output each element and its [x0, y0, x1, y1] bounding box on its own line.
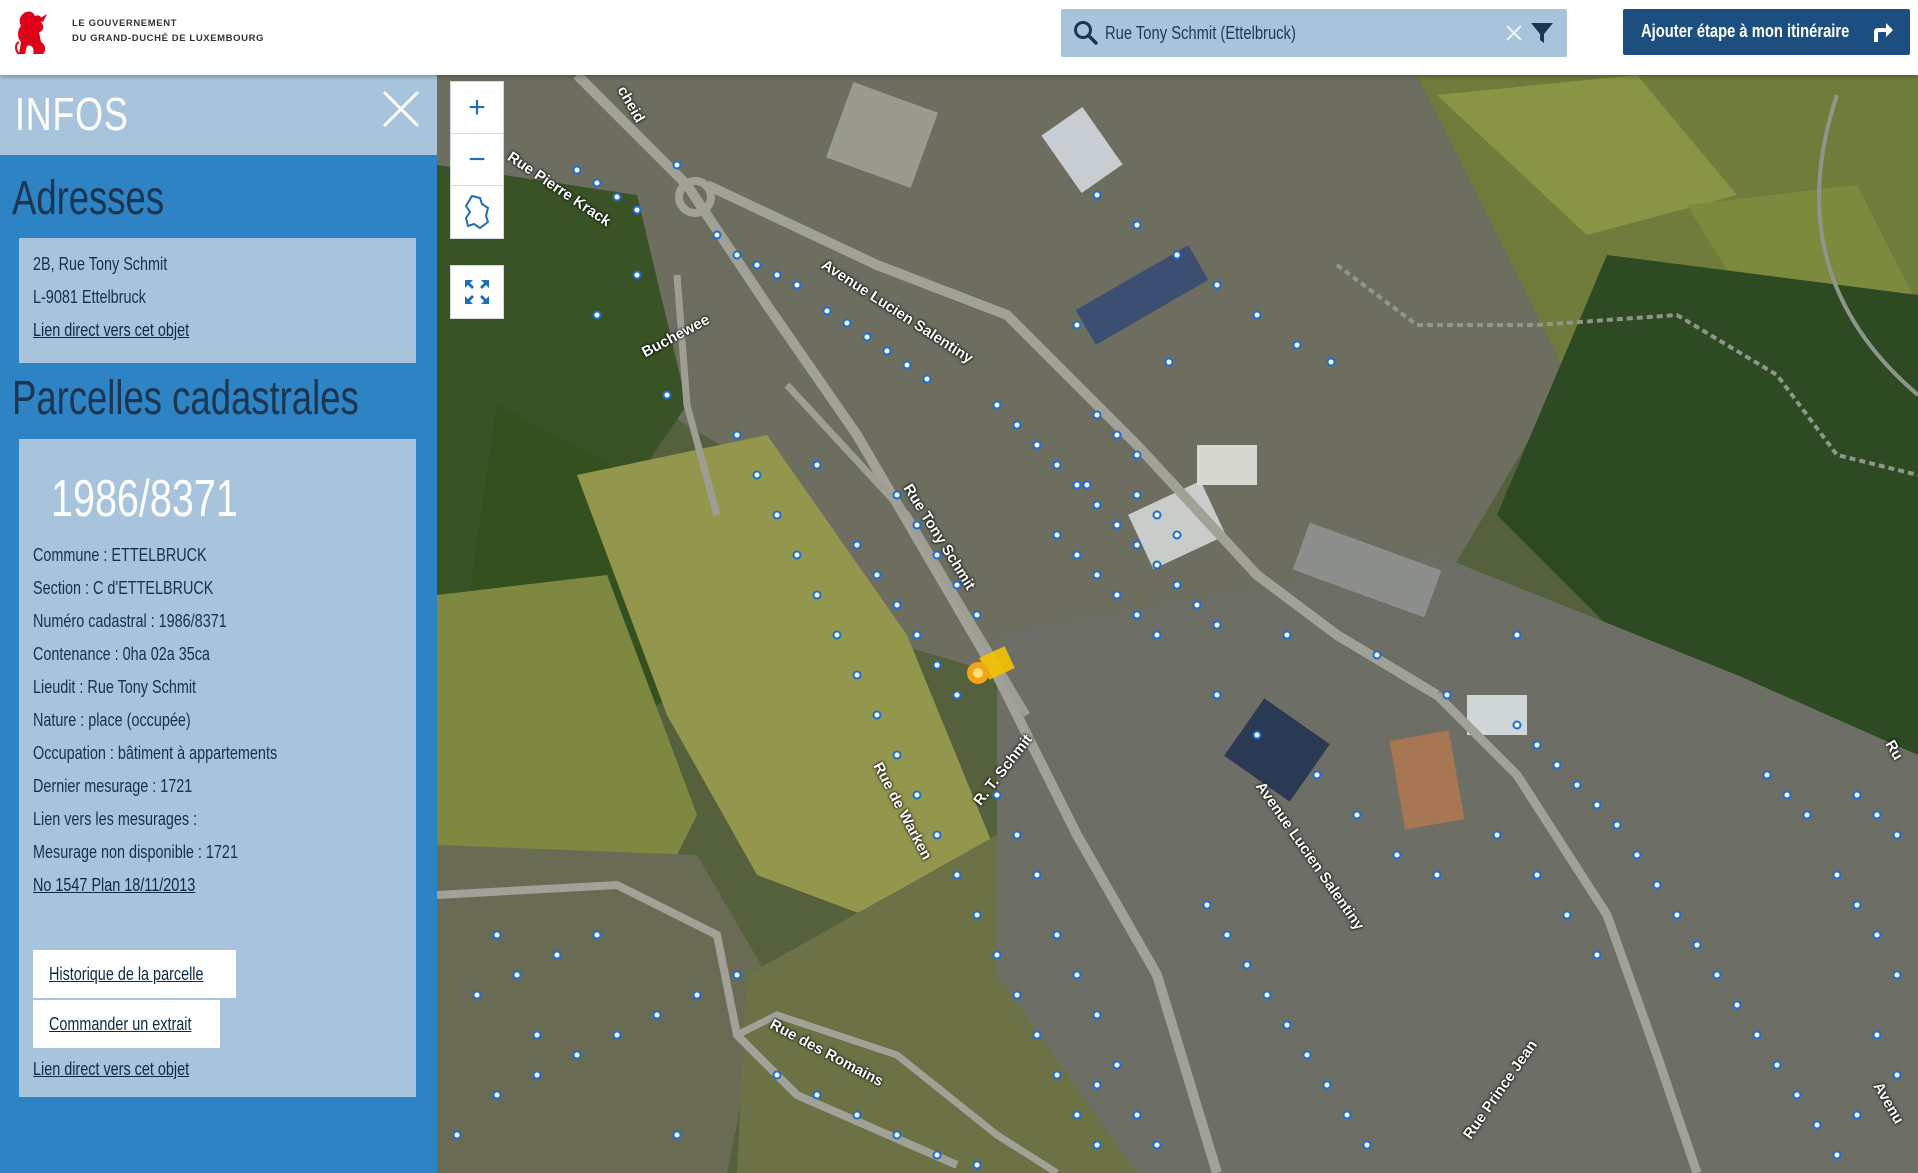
parcel-detail: Commune : ETTELBRUCK [33, 545, 207, 565]
parcel-detail: Nature : place (occupée) [33, 710, 191, 730]
order-extract-label: Commander un extrait [49, 1014, 192, 1034]
search-icon[interactable] [1073, 20, 1099, 46]
plan-link[interactable]: No 1547 Plan 18/11/2013 [33, 875, 195, 896]
zoom-to-luxembourg-button[interactable] [451, 186, 503, 238]
aerial-map[interactable]: Rue Pierre Krack Avenue Lucien Salentiny… [437, 75, 1918, 1173]
parcel-detail: Mesurage non disponible : 1721 [33, 842, 238, 862]
parcel-direct-link[interactable]: Lien direct vers cet objet [33, 1059, 189, 1080]
gov-line-1: Le Gouvernement [72, 18, 178, 29]
plus-icon: + [468, 90, 486, 124]
close-icon[interactable] [381, 89, 421, 129]
government-name: Le Gouvernement du Grand-Duché de Luxemb… [72, 16, 264, 46]
address-line-1: 2B, Rue Tony Schmit [33, 254, 168, 274]
fullscreen-button[interactable] [451, 266, 503, 318]
parcel-detail: Section : C d'ETTELBRUCK [33, 578, 214, 598]
zoom-in-button[interactable]: + [451, 82, 503, 134]
address-direct-link[interactable]: Lien direct vers cet objet [33, 320, 189, 341]
filter-icon[interactable] [1530, 21, 1554, 45]
search-box [1061, 9, 1567, 57]
parcel-detail: Numéro cadastral : 1986/8371 [33, 611, 227, 631]
add-itinerary-step-button[interactable]: Ajouter étape à mon itinéraire [1623, 9, 1910, 55]
luxembourg-outline-icon [464, 194, 490, 230]
gov-line-2: du Grand-Duché de Luxembourg [72, 33, 265, 44]
info-sidebar: INFOS Adresses 2B, Rue Tony Schmit L-908… [0, 75, 437, 1173]
zoom-controls: + − [450, 81, 504, 239]
parcel-detail: Lien vers les mesurages : [33, 809, 198, 829]
parcel-detail: Dernier mesurage : 1721 [33, 776, 193, 796]
minus-icon: − [468, 142, 486, 176]
address-line-2: L-9081 Ettelbruck [33, 287, 146, 307]
parcel-history-label: Historique de la parcelle [49, 964, 204, 984]
infos-title: INFOS [15, 88, 129, 140]
parcels-heading: Parcelles cadastrales [12, 372, 359, 425]
order-extract-button[interactable]: Commander un extrait [33, 1000, 220, 1048]
expand-icon [465, 280, 489, 304]
parcel-detail: Occupation : bâtiment à appartements [33, 743, 278, 763]
parcel-detail: Contenance : 0ha 02a 35ca [33, 644, 210, 664]
address-card: 2B, Rue Tony Schmit L-9081 Ettelbruck Li… [19, 238, 416, 363]
aerial-imagery[interactable] [437, 75, 1918, 1173]
addresses-heading: Adresses [12, 172, 165, 225]
turn-right-arrow-icon [1874, 23, 1893, 42]
parcel-history-button[interactable]: Historique de la parcelle [33, 950, 236, 998]
infos-title-bar: INFOS [0, 75, 437, 155]
parcel-number: 1986/8371 [51, 470, 238, 528]
fullscreen-control [450, 265, 504, 319]
top-header: Le Gouvernement du Grand-Duché de Luxemb… [0, 0, 1918, 75]
zoom-out-button[interactable]: − [451, 134, 503, 186]
luxembourg-lion-logo[interactable] [13, 8, 49, 58]
search-input[interactable] [1105, 15, 1417, 51]
clear-search-icon[interactable] [1504, 23, 1524, 43]
parcel-detail: Lieudit : Rue Tony Schmit [33, 677, 197, 697]
parcel-card: 1986/8371 Commune : ETTELBRUCK Section :… [19, 439, 416, 1097]
itinerary-button-label: Ajouter étape à mon itinéraire [1641, 21, 1850, 41]
